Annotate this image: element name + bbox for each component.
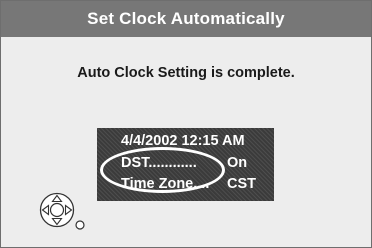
dst-value: On xyxy=(227,155,248,171)
osd-dialog: Set Clock Automatically Auto Clock Setti… xyxy=(0,0,372,248)
clock-info-panel: 4/4/2002 12:15 AM DST............ On Tim… xyxy=(97,128,274,201)
status-message: Auto Clock Setting is complete. xyxy=(77,65,295,81)
time-zone-value: CST xyxy=(227,176,256,192)
ok-button-icon xyxy=(75,220,85,230)
dst-label: DST............ xyxy=(121,155,197,171)
remote-direction-pad-icon xyxy=(39,192,75,228)
dst-row: DST............ On xyxy=(121,155,247,171)
date-time-value: 4/4/2002 12:15 AM xyxy=(121,133,245,149)
time-zone-label: Time Zone.... xyxy=(121,176,210,192)
time-zone-row: Time Zone.... CST xyxy=(121,176,256,192)
dialog-title: Set Clock Automatically xyxy=(1,1,371,37)
